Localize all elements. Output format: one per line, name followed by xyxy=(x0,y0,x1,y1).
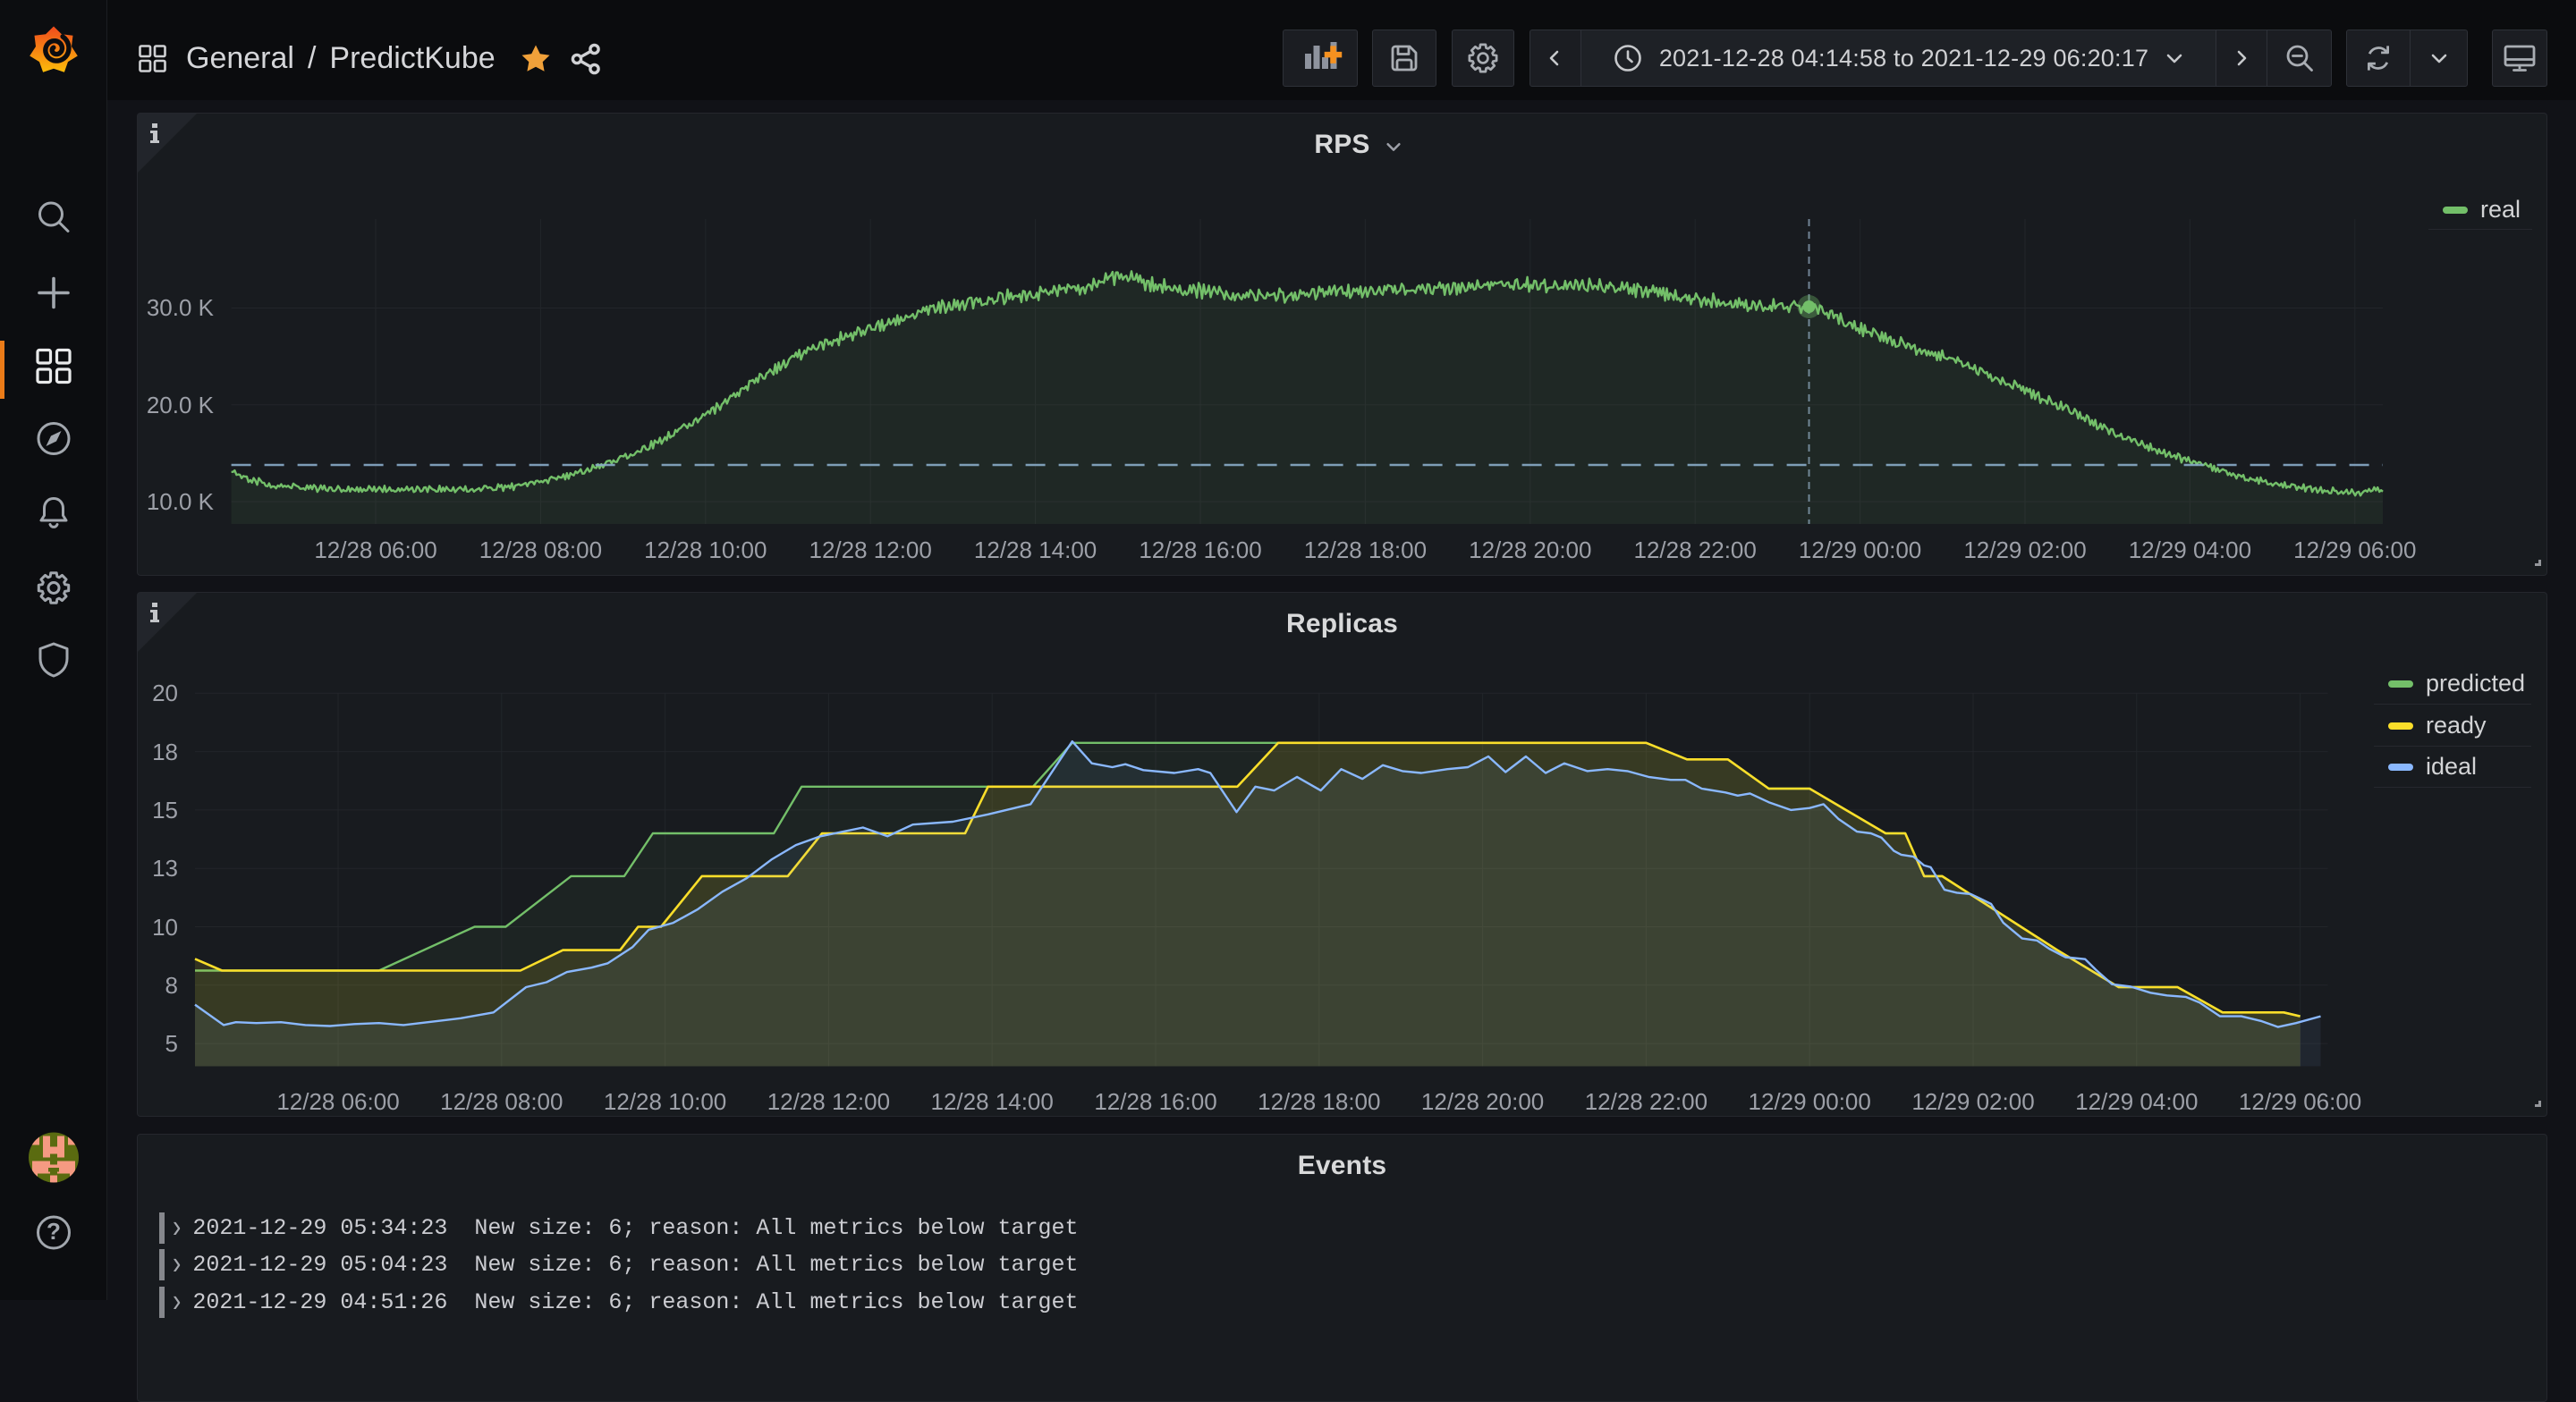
svg-text:?: ? xyxy=(47,1218,61,1245)
